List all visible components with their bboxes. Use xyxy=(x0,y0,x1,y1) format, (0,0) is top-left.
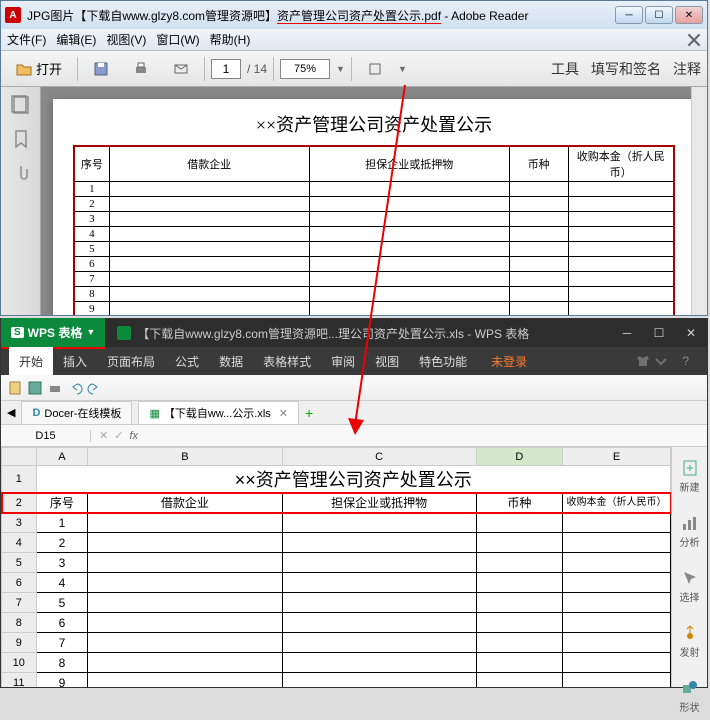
sidepanel-analyze[interactable]: 分析 xyxy=(672,508,707,555)
zoom-select[interactable] xyxy=(280,59,330,79)
home-tab-icon[interactable]: ◀ xyxy=(7,406,15,419)
attachment-icon[interactable] xyxy=(11,163,31,183)
wps-brand-button[interactable]: S WPS 表格 ▼ xyxy=(1,318,105,349)
tab-docer[interactable]: D Docer-在线模板 xyxy=(21,401,132,424)
wps-doc-tabs: ◀ D Docer-在线模板 ▦ 【下载自ww...公示.xls ✕ + xyxy=(1,401,707,425)
adobe-titlebar[interactable]: A JPG图片【下载自www.glzy8.com管理资源吧】资产管理公司资产处置… xyxy=(1,1,707,29)
menu-help[interactable]: 帮助(H) xyxy=(210,31,251,48)
tab-insert[interactable]: 插入 xyxy=(53,353,97,370)
col-header-C[interactable]: C xyxy=(282,448,476,466)
adobe-menubar: 文件(F) 编辑(E) 视图(V) 窗口(W) 帮助(H) xyxy=(1,29,707,51)
wps-side-panel: 新建 分析 选择 发射 形状 xyxy=(671,447,707,687)
doc-icon xyxy=(117,326,131,340)
cancel-icon[interactable]: ✕ xyxy=(99,429,108,442)
tab-special[interactable]: 特色功能 xyxy=(409,353,477,370)
tab-formula[interactable]: 公式 xyxy=(165,353,209,370)
login-button[interactable]: 未登录 xyxy=(481,353,537,370)
wps-menubar: 开始 插入 页面布局 公式 数据 表格样式 审阅 视图 特色功能 未登录 ? xyxy=(1,347,707,375)
select-all-corner[interactable] xyxy=(2,448,37,466)
menu-file[interactable]: 文件(F) xyxy=(7,31,46,48)
sheet-doc-title[interactable]: ××资产管理公司资产处置公示 xyxy=(36,466,670,493)
page-number-input[interactable] xyxy=(211,59,241,79)
sidepanel-new[interactable]: 新建 xyxy=(672,453,707,500)
save-icon[interactable] xyxy=(27,380,43,396)
tab-view[interactable]: 视图 xyxy=(365,353,409,370)
confirm-icon[interactable]: ✓ xyxy=(114,429,123,442)
sidepanel-select[interactable]: 选择 xyxy=(672,563,707,610)
menu-view[interactable]: 视图(V) xyxy=(106,31,146,48)
wps-maximize-button[interactable]: ☐ xyxy=(643,319,675,347)
save-icon[interactable] xyxy=(84,56,118,82)
tab-close-icon[interactable]: ✕ xyxy=(279,407,288,420)
col-header-D[interactable]: D xyxy=(476,448,562,466)
tab-review[interactable]: 审阅 xyxy=(321,353,365,370)
thumbnails-icon[interactable] xyxy=(11,95,31,115)
paste-icon[interactable] xyxy=(7,380,23,396)
adobe-toolbar: 打开 / 14 ▼ ▼ 工具 填写和签名 注释 xyxy=(1,51,707,87)
collapse-icon[interactable] xyxy=(654,354,668,368)
col-header-E[interactable]: E xyxy=(563,448,671,466)
hand-tool-icon[interactable] xyxy=(358,56,392,82)
spreadsheet-grid[interactable]: A B C D E 1××资产管理公司资产处置公示 2 序号借款企业担保企业或抵… xyxy=(1,447,671,687)
adobe-sidebar xyxy=(1,87,41,315)
email-icon[interactable] xyxy=(164,56,198,82)
col-header-B[interactable]: B xyxy=(88,448,282,466)
wps-ribbon xyxy=(1,375,707,401)
wps-close-button[interactable]: ✕ xyxy=(675,319,707,347)
wps-minimize-button[interactable]: ─ xyxy=(611,319,643,347)
formula-bar: D15 ✕ ✓ fx xyxy=(1,425,707,447)
open-button[interactable]: 打开 xyxy=(7,54,71,83)
tab-page-layout[interactable]: 页面布局 xyxy=(97,353,165,370)
folder-icon xyxy=(16,61,32,77)
col-header-A[interactable]: A xyxy=(36,448,88,466)
comment-panel-button[interactable]: 注释 xyxy=(673,59,701,79)
tab-home[interactable]: 开始 xyxy=(9,347,53,375)
pdf-header-row: 序号 借款企业 担保企业或抵押物 币种 收购本金（折人民币） xyxy=(74,146,674,182)
close-doc-icon[interactable] xyxy=(687,33,701,47)
bookmark-icon[interactable] xyxy=(11,129,31,149)
tools-panel-button[interactable]: 工具 xyxy=(551,59,579,79)
pdf-doc-title: ××资产管理公司资产处置公示 xyxy=(73,111,675,137)
adobe-app-icon: A xyxy=(5,7,21,23)
adobe-window-title: JPG图片【下载自www.glzy8.com管理资源吧】资产管理公司资产处置公示… xyxy=(27,7,615,24)
skin-icon[interactable] xyxy=(636,354,650,368)
tab-current-file[interactable]: ▦ 【下载自ww...公示.xls ✕ xyxy=(138,401,299,424)
adobe-reader-window: A JPG图片【下载自www.glzy8.com管理资源吧】资产管理公司资产处置… xyxy=(0,0,708,316)
menu-window[interactable]: 窗口(W) xyxy=(156,31,199,48)
new-tab-button[interactable]: + xyxy=(305,405,313,421)
fill-sign-panel-button[interactable]: 填写和签名 xyxy=(591,59,661,79)
undo-icon[interactable] xyxy=(67,380,83,396)
wps-window-title: 【下载自www.glzy8.com管理资源吧...理公司资产处置公示.xls -… xyxy=(117,325,611,342)
tab-table-style[interactable]: 表格样式 xyxy=(253,353,321,370)
adobe-scrollbar[interactable] xyxy=(691,87,707,315)
print-icon[interactable] xyxy=(124,56,158,82)
adobe-page-view[interactable]: ××资产管理公司资产处置公示 序号 借款企业 担保企业或抵押物 币种 收购本金（… xyxy=(41,87,707,315)
pdf-table: 序号 借款企业 担保企业或抵押物 币种 收购本金（折人民币） 1 2 3 4 5… xyxy=(73,145,675,315)
sidepanel-shape[interactable]: 形状 xyxy=(672,673,707,720)
print-icon[interactable] xyxy=(47,380,63,396)
page-total: / 14 xyxy=(247,62,267,76)
tab-data[interactable]: 数据 xyxy=(209,353,253,370)
minimize-button[interactable]: ─ xyxy=(615,6,643,24)
wps-window: S WPS 表格 ▼ 【下载自www.glzy8.com管理资源吧...理公司资… xyxy=(0,318,708,688)
cell-reference[interactable]: D15 xyxy=(1,430,91,442)
redo-icon[interactable] xyxy=(87,380,103,396)
sidepanel-send[interactable]: 发射 xyxy=(672,618,707,665)
wps-titlebar[interactable]: S WPS 表格 ▼ 【下载自www.glzy8.com管理资源吧...理公司资… xyxy=(1,319,707,347)
pdf-page: ××资产管理公司资产处置公示 序号 借款企业 担保企业或抵押物 币种 收购本金（… xyxy=(53,99,695,315)
fx-icon[interactable]: fx xyxy=(129,430,138,442)
menu-edit[interactable]: 编辑(E) xyxy=(56,31,96,48)
close-button[interactable]: ✕ xyxy=(675,6,703,24)
maximize-button[interactable]: ☐ xyxy=(645,6,673,24)
